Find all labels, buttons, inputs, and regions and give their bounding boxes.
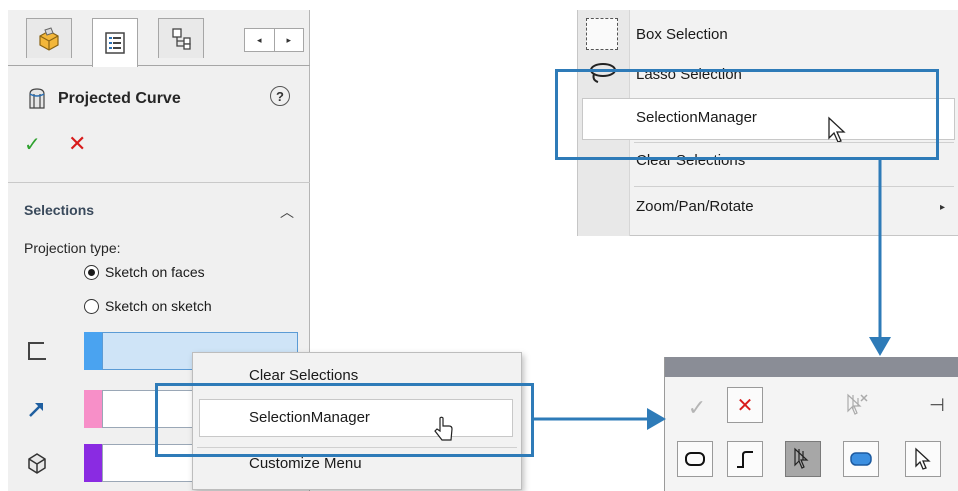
callout-arrows [534, 160, 891, 430]
arrow-head-down [869, 337, 891, 356]
arrow-head-right [647, 408, 666, 430]
